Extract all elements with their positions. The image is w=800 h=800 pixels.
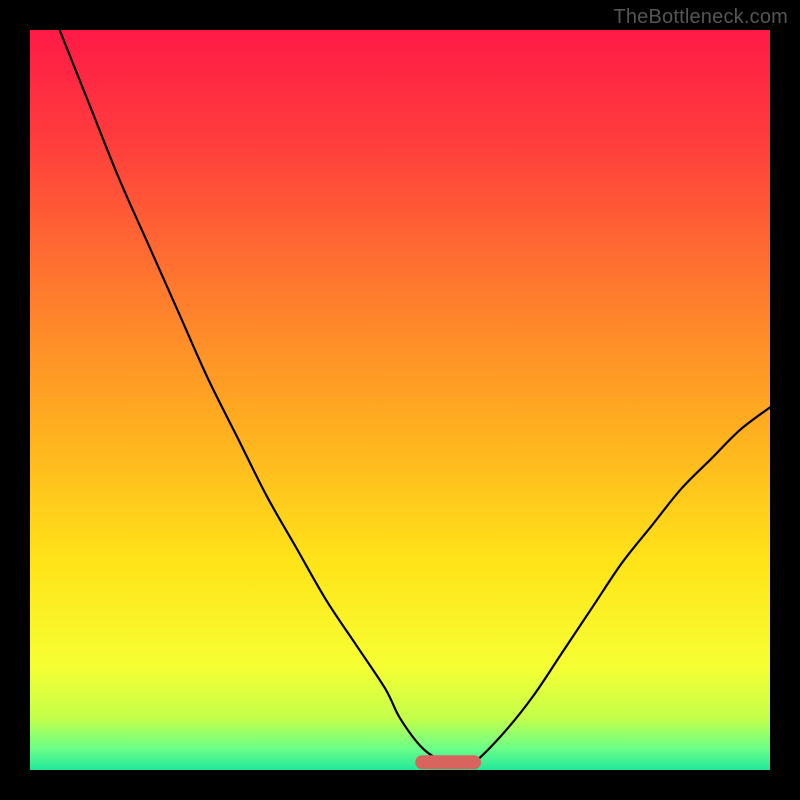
watermark-text: TheBottleneck.com (613, 6, 788, 29)
bottleneck-chart (30, 30, 770, 770)
plot-area (30, 30, 770, 770)
gradient-background (30, 30, 770, 770)
chart-frame: TheBottleneck.com (0, 0, 800, 800)
